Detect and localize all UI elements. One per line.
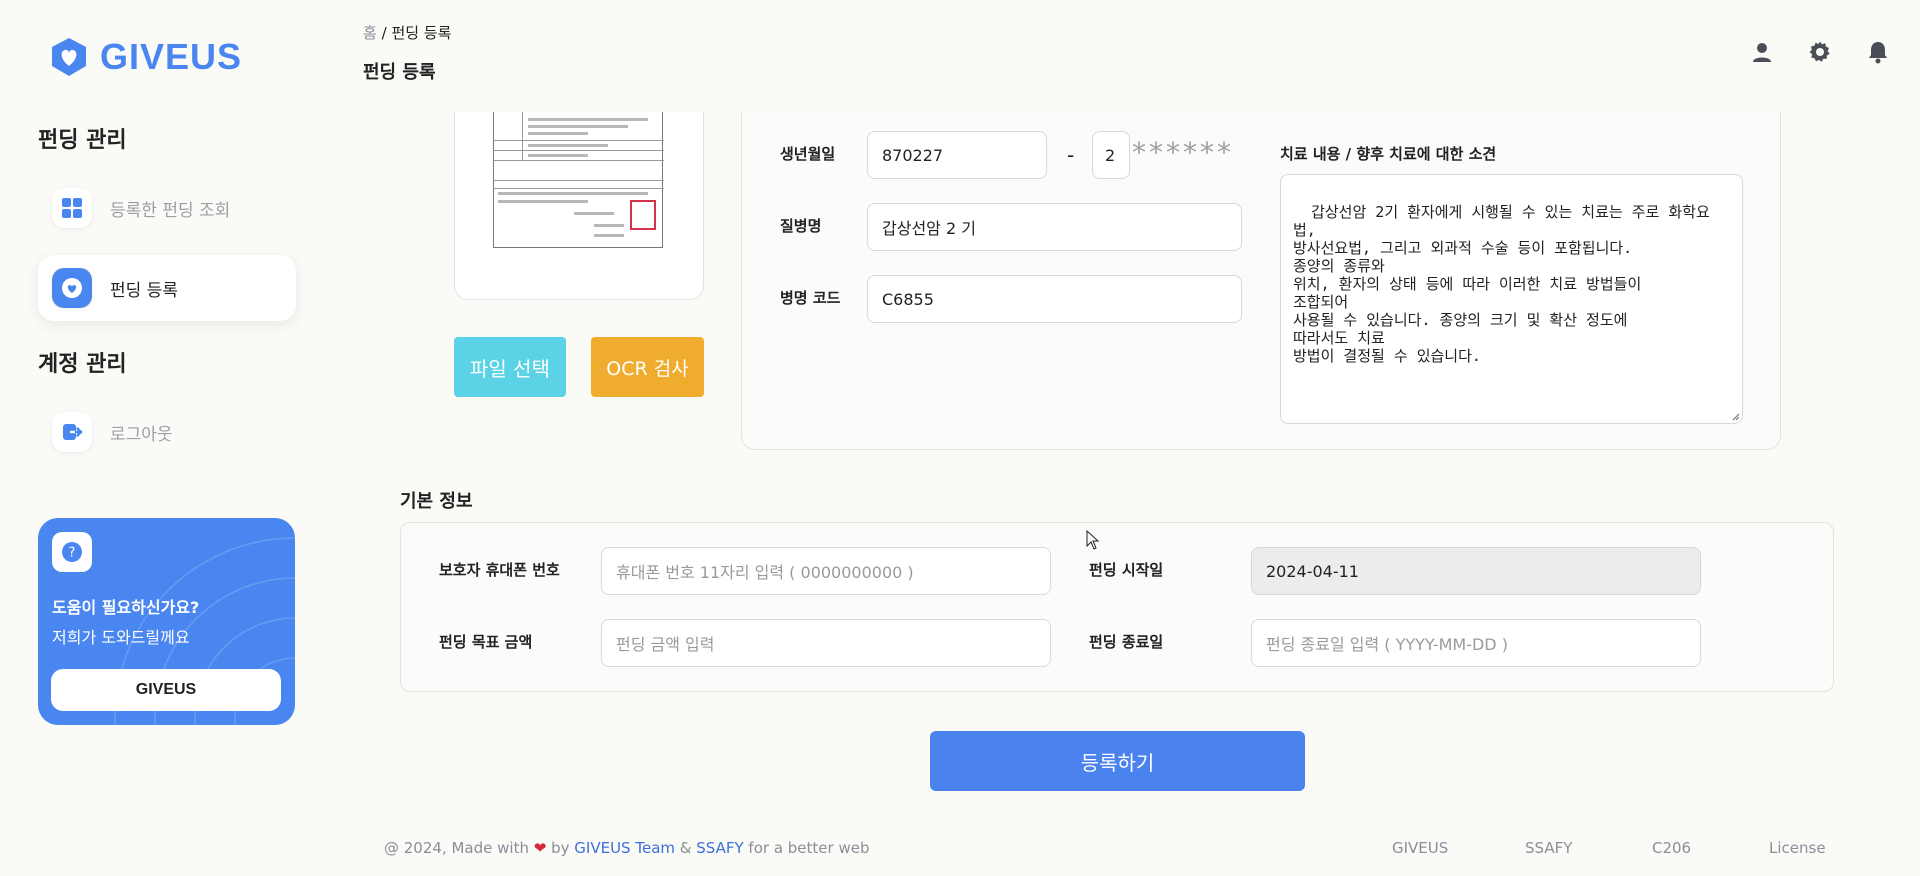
footer-amp: & xyxy=(679,839,692,857)
footer-link-c206[interactable]: C206 xyxy=(1652,839,1691,857)
logout-icon xyxy=(52,412,92,452)
disease-input[interactable]: 갑상선암 2 기 xyxy=(867,203,1242,251)
funding-goal-input[interactable]: 펀딩 금액 입력 xyxy=(601,619,1051,667)
help-button[interactable]: GIVEUS xyxy=(51,669,281,711)
heart-icon: ❤ xyxy=(533,839,547,857)
question-icon: ? xyxy=(52,532,92,572)
guardian-phone-label: 보호자 휴대폰 번호 xyxy=(439,561,560,579)
birth-label: 생년월일 xyxy=(780,145,836,163)
grid-icon xyxy=(52,188,92,228)
footer-suffix: for a better web xyxy=(748,839,870,857)
disease-code-label: 병명 코드 xyxy=(780,289,841,307)
guardian-phone-input[interactable]: 휴대폰 번호 11자리 입력 ( 0000000000 ) xyxy=(601,547,1051,595)
resize-grip-icon[interactable] xyxy=(1730,411,1740,421)
footer-team-link[interactable]: GIVEUS Team xyxy=(574,839,675,857)
gender-digit-input[interactable]: 2 xyxy=(1092,131,1130,179)
masked-digits: ****** xyxy=(1132,136,1234,169)
sidebar-item-logout[interactable]: 로그아웃 xyxy=(38,399,296,465)
opinion-label: 치료 내용 / 향후 치료에 대한 소견 xyxy=(1280,145,1497,163)
opinion-textarea[interactable]: 갑상선암 2기 환자에게 시행될 수 있는 치료는 주로 화학요법, 방사선요법… xyxy=(1280,174,1743,424)
page-title: 펀딩 등록 xyxy=(363,62,436,83)
heart-icon xyxy=(52,268,92,308)
sidebar-section-account: 계정 관리 xyxy=(38,352,127,377)
stamp-image xyxy=(630,200,656,230)
header-icons xyxy=(1750,40,1890,64)
bell-icon[interactable] xyxy=(1866,40,1890,64)
opinion-text: 갑상선암 2기 환자에게 시행될 수 있는 치료는 주로 화학요법, 방사선요법… xyxy=(1293,203,1710,365)
funding-end-input[interactable]: 펀딩 종료일 입력 ( YYYY-MM-DD ) xyxy=(1251,619,1701,667)
breadcrumb: 홈 / 펀딩 등록 xyxy=(363,22,451,43)
document-preview xyxy=(454,112,704,300)
breadcrumb-current: 펀딩 등록 xyxy=(391,24,452,42)
funding-start-input[interactable]: 2024-04-11 xyxy=(1251,547,1701,595)
mouse-cursor-icon xyxy=(1086,530,1100,550)
register-button[interactable]: 등록하기 xyxy=(930,731,1305,791)
footer-link-giveus[interactable]: GIVEUS xyxy=(1392,839,1448,857)
ocr-scan-button[interactable]: OCR 검사 xyxy=(591,337,704,397)
svg-text:?: ? xyxy=(69,546,76,561)
footer-link-license[interactable]: License xyxy=(1769,839,1826,857)
footer-ssafy-link[interactable]: SSAFY xyxy=(696,839,743,857)
help-subtitle: 저희가 도와드릴께요 xyxy=(52,628,190,647)
help-card: ? 도움이 필요하신가요? 저희가 도와드릴께요 GIVEUS xyxy=(38,518,295,725)
sidebar-item-label: 로그아웃 xyxy=(110,424,173,445)
breadcrumb-home[interactable]: 홈 xyxy=(363,24,377,42)
sidebar-item-label: 펀딩 등록 xyxy=(110,280,178,301)
disease-code-input[interactable]: C6855 xyxy=(867,275,1242,323)
funding-end-label: 펀딩 종료일 xyxy=(1089,633,1164,651)
birth-input[interactable]: 870227 xyxy=(867,131,1047,179)
sidebar-item-register-funding[interactable]: 펀딩 등록 xyxy=(38,255,296,321)
disease-label: 질병명 xyxy=(780,217,822,235)
help-title: 도움이 필요하신가요? xyxy=(52,598,200,617)
file-select-button[interactable]: 파일 선택 xyxy=(454,337,566,397)
basic-info-title: 기본 정보 xyxy=(400,491,473,512)
footer-credit: @ 2024, Made with ❤ by GIVEUS Team & SSA… xyxy=(384,839,869,857)
funding-start-label: 펀딩 시작일 xyxy=(1089,561,1164,579)
breadcrumb-separator: / xyxy=(381,24,387,42)
footer-prefix: @ 2024, Made with xyxy=(384,839,529,857)
gear-icon[interactable] xyxy=(1808,40,1832,64)
sidebar-item-my-fundings[interactable]: 등록한 펀딩 조회 xyxy=(38,175,296,241)
brand-name: GIVEUS xyxy=(100,36,243,77)
footer-link-ssafy[interactable]: SSAFY xyxy=(1525,839,1572,857)
scanned-document-image xyxy=(493,112,664,248)
footer-by: by xyxy=(551,839,570,857)
sidebar-section-funding: 펀딩 관리 xyxy=(38,128,127,153)
logo-icon xyxy=(52,38,86,76)
user-icon[interactable] xyxy=(1750,40,1774,64)
brand-logo[interactable]: GIVEUS xyxy=(48,36,242,78)
sidebar-item-label: 등록한 펀딩 조회 xyxy=(110,200,231,221)
birth-dash: - xyxy=(1067,143,1075,167)
funding-goal-label: 펀딩 목표 금액 xyxy=(439,633,533,651)
